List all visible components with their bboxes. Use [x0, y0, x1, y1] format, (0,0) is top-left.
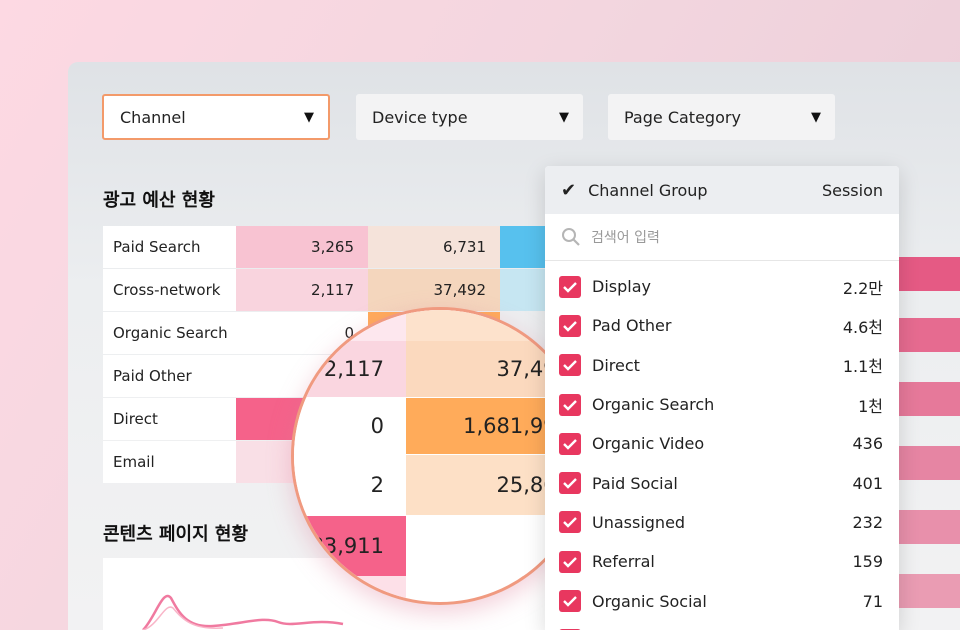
checkbox-checked-icon[interactable]: [559, 393, 581, 416]
list-item-value: 436: [852, 434, 883, 454]
list-item-label: Referral: [592, 552, 655, 572]
list-item[interactable]: Organic Social 71: [545, 581, 899, 620]
checkbox-checked-icon[interactable]: [559, 550, 581, 573]
heatmap-cell: 6,731: [368, 226, 500, 268]
list-item[interactable]: Direct 1.1천: [545, 346, 899, 385]
list-item-label: Pad Other: [592, 316, 672, 336]
list-item-label: Organic Video: [592, 434, 705, 454]
channel-group-dropdown: ✔ Channel Group Session 검색어 입력 Display 2…: [545, 166, 899, 630]
bar-mark: [898, 382, 960, 416]
zoomed-cell: 83,911: [294, 516, 406, 576]
heatmap-cell: [500, 269, 546, 311]
zoomed-cell: 0: [294, 398, 406, 454]
table-row-label: Direct: [103, 398, 236, 440]
budget-section-title: 광고 예산 현황: [103, 190, 215, 211]
checkbox-checked-icon[interactable]: [559, 354, 581, 377]
checkbox-checked-icon[interactable]: [559, 432, 581, 455]
table-row-label: Organic Search: [103, 312, 236, 354]
list-item[interactable]: [545, 621, 899, 630]
bar-mark: [898, 318, 960, 352]
table-row-label: Email: [103, 441, 236, 483]
zoomed-cell: [294, 576, 406, 602]
checkbox-checked-icon[interactable]: [559, 472, 581, 495]
page-category-select-label: Page Category: [624, 107, 741, 127]
heatmap-cell: 37,492: [368, 269, 500, 311]
list-item[interactable]: Organic Search 1천: [545, 385, 899, 424]
list-item-value: 1.1천: [842, 357, 883, 377]
checkbox-checked-icon[interactable]: [559, 511, 581, 534]
list-item-label: Display: [592, 277, 651, 297]
chevron-down-icon: ▼: [304, 109, 314, 125]
dropdown-header-label: Channel Group: [588, 180, 708, 200]
list-item-label: Organic Search: [592, 395, 715, 415]
list-item-value: 159: [852, 552, 883, 572]
content-section-title: 콘텐츠 페이지 현황: [103, 524, 249, 545]
list-item-value: 4.6천: [842, 317, 883, 337]
heatmap-cell: 3,265: [236, 226, 368, 268]
checkbox-checked-icon[interactable]: [559, 590, 581, 613]
list-item-label: Unassigned: [592, 512, 686, 532]
bar-mark: [898, 510, 960, 544]
bar-mark: [898, 574, 960, 608]
list-item-value: 2.2만: [842, 278, 883, 298]
chevron-down-icon: ▼: [811, 109, 821, 125]
list-item[interactable]: Unassigned 232: [545, 503, 899, 542]
device-type-select-label: Device type: [372, 107, 468, 127]
channel-select[interactable]: Channel ▼: [102, 94, 330, 140]
list-item-value: 1천: [858, 396, 883, 416]
list-item-label: Direct: [592, 355, 640, 375]
table-row-label: Paid Search: [103, 226, 236, 268]
checkbox-checked-icon[interactable]: [559, 314, 581, 337]
table-row-label: Paid Other: [103, 355, 236, 397]
list-item-label: Organic Social: [592, 591, 707, 611]
search-input[interactable]: 검색어 입력: [545, 214, 899, 261]
chevron-down-icon: ▼: [559, 109, 569, 125]
checkbox-checked-icon[interactable]: [559, 275, 581, 298]
dropdown-header-metric: Session: [821, 180, 883, 200]
list-item[interactable]: Referral 159: [545, 542, 899, 581]
table-row-label: Cross-network: [103, 269, 236, 311]
list-item-value: 401: [852, 473, 883, 493]
bar-mark: [898, 446, 960, 480]
search-icon: [562, 228, 580, 246]
device-type-select[interactable]: Device type ▼: [356, 94, 583, 140]
heatmap-cell: 2,117: [236, 269, 368, 311]
dropdown-header[interactable]: ✔ Channel Group Session: [545, 166, 899, 214]
zoomed-cell: 2: [294, 455, 406, 515]
list-item[interactable]: Pad Other 4.6천: [545, 306, 899, 345]
list-item-label: Paid Social: [592, 473, 678, 493]
heatmap-cell: [500, 226, 546, 268]
list-item[interactable]: Paid Social 401: [545, 463, 899, 502]
search-placeholder: 검색어 입력: [591, 230, 660, 246]
list-item-value: 232: [852, 512, 883, 532]
page-category-select[interactable]: Page Category ▼: [608, 94, 835, 140]
check-icon: ✔: [561, 179, 577, 201]
list-item[interactable]: Display 2.2만: [545, 267, 899, 306]
channel-select-label: Channel: [120, 107, 186, 127]
list-item-value: 71: [862, 591, 883, 611]
list-item[interactable]: Organic Video 436: [545, 424, 899, 463]
bar-mark: [898, 257, 960, 291]
zoomed-cell: 2,117: [294, 341, 406, 397]
